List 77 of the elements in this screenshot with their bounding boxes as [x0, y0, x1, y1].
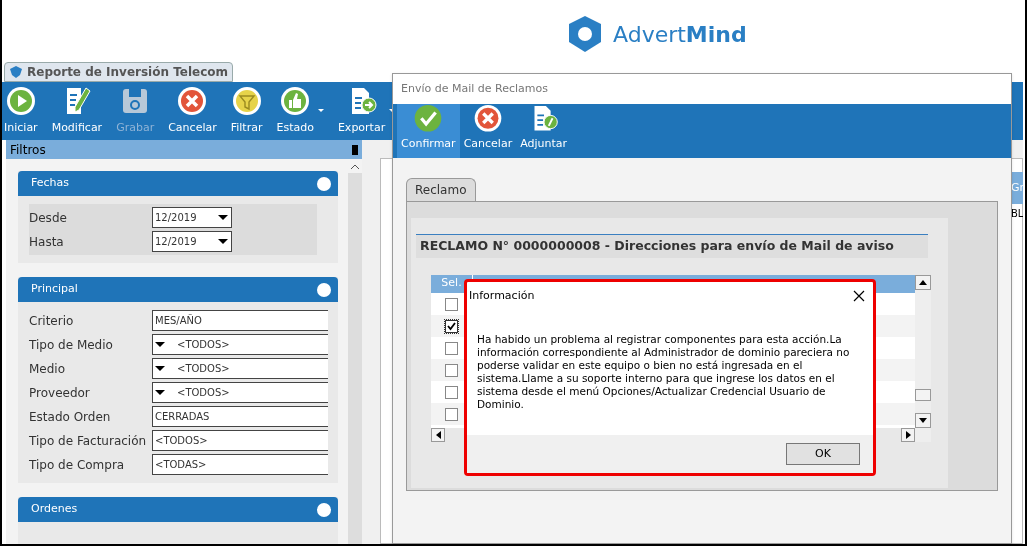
section-heading: RECLAMO N° 0000000008 - Direcciones para envío de Mail de aviso: [416, 234, 928, 258]
vertical-scrollbar[interactable]: [915, 275, 931, 442]
checkbox[interactable]: [445, 385, 458, 399]
toolbar-button[interactable]: Filtrar: [230, 85, 263, 136]
group-title: Principal: [31, 281, 78, 298]
cancel-icon: [177, 85, 208, 116]
ok-button[interactable]: OK: [786, 442, 860, 465]
dropdown-arrow-icon[interactable]: [155, 390, 165, 395]
caret-icon[interactable]: [317, 109, 324, 113]
field-label: Tipo de Compra: [29, 456, 126, 474]
checkbox[interactable]: [445, 341, 458, 355]
dropdown-arrow-icon[interactable]: [218, 239, 228, 244]
checkbox[interactable]: [445, 319, 458, 333]
logo-text: AdvertMind: [613, 20, 747, 49]
dropdown-field[interactable]: <TODOS>: [152, 358, 328, 379]
field-label: Tipo de Facturación: [29, 432, 148, 450]
field-label: Proveedor: [29, 384, 91, 402]
field-label: Desde: [29, 209, 68, 227]
field-value: <TODAS>: [154, 458, 208, 472]
field-value: <TODOS>: [176, 386, 231, 400]
scroll-down-icon[interactable]: [915, 413, 931, 428]
dropdown-field[interactable]: <TODAS>: [152, 454, 328, 475]
table-cell-text: BL: [1011, 207, 1023, 221]
field-value: MES/AÑO: [154, 313, 203, 328]
checkbox[interactable]: [445, 297, 458, 311]
message-text: Ha habido un problema al registrar componentes para esta acción.La información correspondiente al Administrador de dominio pareciera no poderse validar en este equipo o bien no está ingresada en el sistema.Llame a su soporte interno para que ingrese los datos en el sistema desde el menú Opciones/Actualizar Credencial Usuario de Dominio.: [476, 332, 851, 412]
field-label: Tipo de Medio: [29, 336, 114, 354]
date-field[interactable]: 12/2019: [152, 207, 232, 228]
document-tab[interactable]: Reporte de Inversión Telecom: [4, 62, 234, 82]
close-icon[interactable]: [853, 290, 865, 303]
date-field[interactable]: 12/2019: [152, 231, 232, 252]
collapse-icon[interactable]: [317, 176, 331, 191]
scrollbar[interactable]: [348, 159, 362, 544]
checkbox[interactable]: [445, 363, 458, 377]
field-value: <TODOS>: [176, 338, 231, 352]
thumbs-up-icon: [280, 85, 311, 116]
field-label: Medio: [29, 360, 67, 378]
toolbar-button[interactable]: Exportar: [337, 85, 386, 136]
shield-icon: [9, 65, 23, 79]
group-title: Fechas: [31, 175, 69, 192]
collapse-icon[interactable]: [317, 502, 331, 517]
dropdown-arrow-icon[interactable]: [155, 342, 165, 347]
tab-label: Reporte de Inversión Telecom: [27, 64, 229, 81]
field-label: Estado Orden: [29, 408, 112, 426]
toolbar-button[interactable]: Modificar: [51, 85, 103, 136]
field-label: Hasta: [29, 233, 65, 251]
collapse-icon[interactable]: [317, 282, 331, 297]
window-title: Envío de Mail de Reclamos: [401, 80, 548, 97]
dropdown-field[interactable]: CERRADAS: [152, 406, 328, 427]
panel-title: Filtros: [10, 141, 46, 159]
dropdown-field[interactable]: <TODOS>: [152, 430, 328, 451]
scroll-right-icon[interactable]: [901, 428, 915, 442]
toolbar-button[interactable]: Cancelar: [459, 104, 517, 158]
field-value: 12/2019: [154, 211, 198, 225]
group-title: Ordenes: [31, 501, 78, 518]
funnel-icon: [231, 85, 262, 116]
toolbar-button[interactable]: Confirmar: [397, 104, 460, 158]
field-value: 12/2019: [154, 235, 198, 249]
dropdown-arrow-icon[interactable]: [155, 366, 165, 371]
field-value: CERRADAS: [154, 410, 211, 424]
dropdown-field[interactable]: <TODOS>: [152, 334, 328, 355]
toolbar-button[interactable]: Iniciar: [4, 85, 38, 136]
toolbar-button[interactable]: Adjuntar: [516, 104, 572, 158]
scroll-thumb[interactable]: [915, 389, 931, 401]
dropdown-field[interactable]: MES/AÑO: [152, 310, 328, 331]
checkbox[interactable]: [445, 407, 458, 421]
dropdown-field[interactable]: <TODOS>: [152, 382, 328, 403]
toolbar-button[interactable]: Estado: [276, 85, 314, 136]
field-label: Criterio: [29, 312, 75, 330]
dropdown-arrow-icon[interactable]: [218, 215, 228, 220]
toolbar-button[interactable]: Cancelar: [168, 85, 217, 136]
scroll-up-icon[interactable]: [915, 275, 931, 290]
field-value: <TODOS>: [154, 434, 209, 448]
play-icon: [5, 85, 36, 116]
scroll-left-icon[interactable]: [431, 428, 445, 442]
field-value: <TODOS>: [176, 362, 231, 376]
tab[interactable]: Reclamo: [406, 178, 476, 201]
